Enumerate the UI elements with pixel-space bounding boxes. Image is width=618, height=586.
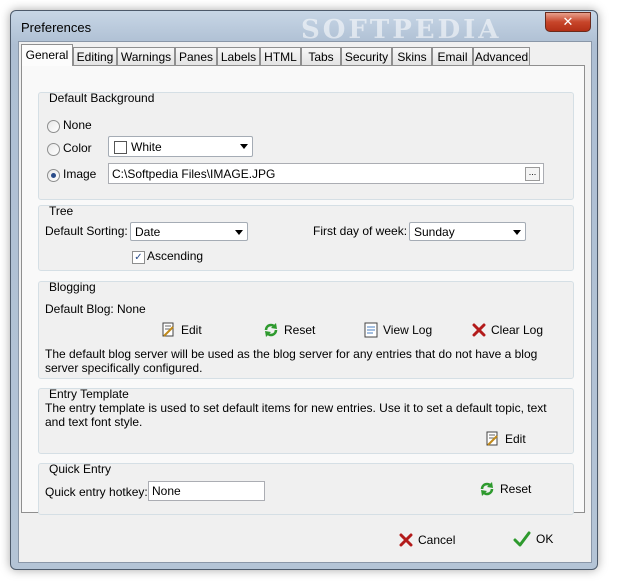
- close-button[interactable]: ✕: [545, 12, 591, 32]
- quick-entry-hotkey-field[interactable]: None: [148, 481, 265, 501]
- quick-entry-hotkey-label: Quick entry hotkey:: [45, 485, 148, 499]
- default-background-group: Default Background None Color Image Whit…: [38, 91, 574, 200]
- default-sorting-value: Date: [135, 225, 161, 239]
- background-image-path: C:\Softpedia Files\IMAGE.JPG: [112, 167, 276, 181]
- general-tab-panel: Default Background None Color Image Whit…: [21, 65, 585, 515]
- refresh-icon: [480, 482, 494, 496]
- ok-button[interactable]: OK: [513, 531, 553, 547]
- clear-log-button[interactable]: Clear Log: [472, 322, 543, 337]
- quick-entry-group: Quick Entry Quick entry hotkey: None Res…: [38, 462, 574, 515]
- entry-template-title: Entry Template: [49, 387, 129, 401]
- default-sorting-select[interactable]: Date: [130, 222, 248, 241]
- quick-entry-title: Quick Entry: [49, 462, 112, 476]
- tab-warnings[interactable]: Warnings: [117, 47, 175, 65]
- default-blog-value: None: [117, 302, 146, 316]
- title-bar[interactable]: Preferences SOFTPEDIA ✕: [11, 11, 597, 45]
- preferences-window: Preferences SOFTPEDIA ✕ General Editing …: [10, 10, 598, 570]
- default-blog-label: Default Blog:: [45, 302, 114, 316]
- first-day-of-week-label: First day of week:: [313, 224, 408, 238]
- color-swatch: [114, 141, 127, 154]
- default-background-title: Default Background: [49, 91, 155, 105]
- tab-general[interactable]: General: [21, 44, 73, 66]
- refresh-icon: [264, 323, 278, 337]
- ascending-label[interactable]: Ascending: [147, 249, 203, 263]
- chevron-down-icon: [235, 230, 243, 235]
- close-icon: ✕: [562, 14, 574, 29]
- background-none-radio[interactable]: [47, 120, 60, 133]
- tab-tabs[interactable]: Tabs: [301, 47, 341, 65]
- entry-template-group: Entry Template The entry template is use…: [38, 387, 574, 454]
- tree-title: Tree: [49, 204, 74, 218]
- tab-panes[interactable]: Panes: [175, 47, 217, 65]
- blogging-description: The default blog server will be used as …: [45, 347, 538, 375]
- log-document-icon: [364, 322, 378, 338]
- window-title: Preferences: [21, 20, 92, 35]
- tab-skins[interactable]: Skins: [392, 47, 432, 65]
- background-color-label[interactable]: Color: [63, 141, 92, 155]
- ascending-checkbox[interactable]: ✓: [132, 251, 145, 264]
- edit-document-icon: [486, 431, 498, 446]
- quick-entry-reset-label: Reset: [500, 482, 532, 496]
- quick-entry-hotkey-value: None: [152, 484, 181, 498]
- chevron-down-icon: [240, 144, 248, 149]
- background-color-value: White: [131, 140, 162, 154]
- entry-template-edit-button[interactable]: Edit: [484, 431, 526, 447]
- tab-labels[interactable]: Labels: [217, 47, 260, 65]
- dialog-body: General Editing Warnings Panes Labels HT…: [18, 41, 592, 563]
- entry-template-description: The entry template is used to set defaul…: [45, 401, 547, 429]
- view-log-button[interactable]: View Log: [364, 322, 432, 338]
- tab-security[interactable]: Security: [341, 47, 392, 65]
- cancel-label: Cancel: [418, 532, 456, 547]
- entry-template-edit-label: Edit: [505, 432, 526, 446]
- background-none-label[interactable]: None: [63, 118, 92, 132]
- blog-edit-label: Edit: [181, 323, 202, 337]
- ok-label: OK: [536, 532, 554, 546]
- tab-html[interactable]: HTML: [260, 47, 301, 65]
- checkmark-icon: [513, 531, 531, 547]
- first-day-of-week-value: Sunday: [414, 225, 455, 239]
- tree-group: Tree Default Sorting: Date ✓ Ascending F…: [38, 204, 574, 271]
- red-x-icon: [472, 323, 486, 337]
- red-x-icon: [399, 533, 413, 547]
- edit-document-icon: [162, 322, 174, 337]
- background-image-radio[interactable]: [47, 169, 60, 182]
- first-day-of-week-select[interactable]: Sunday: [409, 222, 526, 241]
- tab-advanced[interactable]: Advanced: [473, 47, 530, 65]
- view-log-label: View Log: [383, 323, 433, 337]
- blog-reset-label: Reset: [284, 323, 316, 337]
- cancel-button[interactable]: Cancel: [399, 532, 455, 547]
- blogging-group: Blogging Default Blog: None Edit Reset V…: [38, 280, 574, 379]
- background-color-select[interactable]: White: [108, 136, 253, 157]
- tab-email[interactable]: Email: [432, 47, 473, 65]
- default-sorting-label: Default Sorting:: [45, 224, 128, 238]
- browse-button[interactable]: ...: [525, 167, 540, 181]
- blog-reset-button[interactable]: Reset: [263, 322, 315, 338]
- tab-editing[interactable]: Editing: [73, 47, 117, 65]
- blogging-title: Blogging: [49, 280, 96, 294]
- background-image-label[interactable]: Image: [63, 167, 96, 181]
- quick-entry-reset-button[interactable]: Reset: [479, 481, 531, 497]
- chevron-down-icon: [513, 230, 521, 235]
- background-image-path-field[interactable]: C:\Softpedia Files\IMAGE.JPG ...: [108, 163, 544, 184]
- blog-edit-button[interactable]: Edit: [160, 322, 202, 338]
- background-color-radio[interactable]: [47, 143, 60, 156]
- clear-log-label: Clear Log: [491, 322, 544, 337]
